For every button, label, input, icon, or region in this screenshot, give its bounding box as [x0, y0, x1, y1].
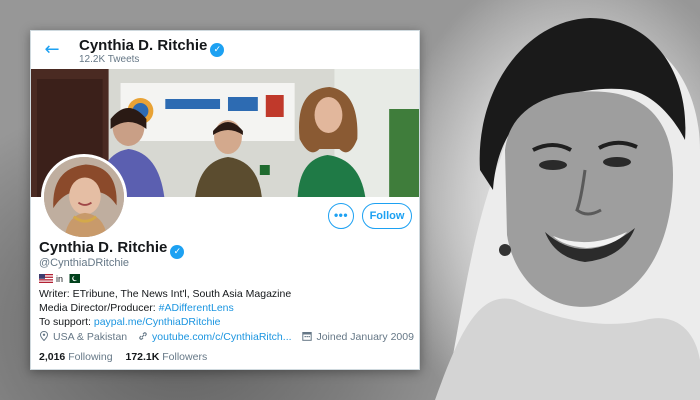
follow-button[interactable]: Follow	[362, 203, 412, 229]
joined-text: Joined January 2009	[316, 331, 414, 343]
profile-name-text: Cynthia D. Ritchie	[39, 239, 168, 256]
flags-joiner: in	[56, 274, 64, 284]
bio-line-3: To support: paypal.me/CynthiaDRitchie	[39, 316, 221, 328]
following-link[interactable]: 2,016 Following	[39, 351, 113, 363]
followers-label: Followers	[162, 351, 208, 363]
following-count: 2,016	[39, 351, 66, 363]
calendar-icon	[302, 332, 313, 341]
verified-badge-icon: ✓	[170, 245, 185, 259]
profile-stats: 2,016 Following 172.1K Followers	[39, 351, 217, 363]
us-flag-icon	[39, 274, 53, 283]
bio-line-1: Writer: ETribune, The News Int'l, South …	[39, 288, 292, 300]
following-label: Following	[68, 351, 113, 363]
portrait-photo	[405, 0, 700, 400]
verified-badge-icon: ✓	[210, 43, 225, 57]
tweet-count: 12.2K Tweets	[79, 54, 140, 65]
hashtag-link[interactable]: #ADifferentLens	[159, 302, 234, 314]
arrow-left-icon[interactable]: ←	[41, 39, 63, 61]
flags-line: in	[39, 274, 81, 285]
location-text: USA & Pakistan	[53, 331, 128, 343]
bio-line-2: Media Director/Producer: #ADifferentLens	[39, 302, 234, 314]
pakistan-flag-icon	[66, 274, 81, 283]
more-options-button[interactable]: •••	[328, 203, 354, 229]
website-link[interactable]: youtube.com/c/CynthiaRitch...	[152, 331, 291, 343]
profile-card: ← Cynthia D. Ritchie ✓ 12.2K Tweets ••• …	[30, 30, 420, 370]
link-icon	[139, 332, 147, 340]
header-name: Cynthia D. Ritchie	[79, 37, 208, 54]
location: USA & Pakistan	[39, 331, 127, 343]
website: youtube.com/c/CynthiaRitch...	[138, 331, 292, 343]
followers-link[interactable]: 172.1K Followers	[125, 351, 207, 363]
joined-date: Joined January 2009	[302, 331, 414, 343]
location-pin-icon	[39, 331, 49, 341]
followers-count: 172.1K	[125, 351, 160, 363]
paypal-link[interactable]: paypal.me/CynthiaDRitchie	[94, 316, 221, 328]
bio-line-3-prefix: To support:	[39, 316, 94, 328]
profile-header-bar: ← Cynthia D. Ritchie ✓ 12.2K Tweets	[31, 31, 419, 69]
bio-line-2-prefix: Media Director/Producer:	[39, 302, 159, 314]
profile-meta: USA & Pakistan youtube.com/c/CynthiaRitc…	[39, 331, 419, 343]
avatar[interactable]	[41, 154, 127, 240]
profile-handle: @CynthiaDRitchie	[39, 257, 130, 269]
avatar-image	[44, 157, 124, 237]
profile-name: Cynthia D. Ritchie ✓	[39, 239, 185, 259]
